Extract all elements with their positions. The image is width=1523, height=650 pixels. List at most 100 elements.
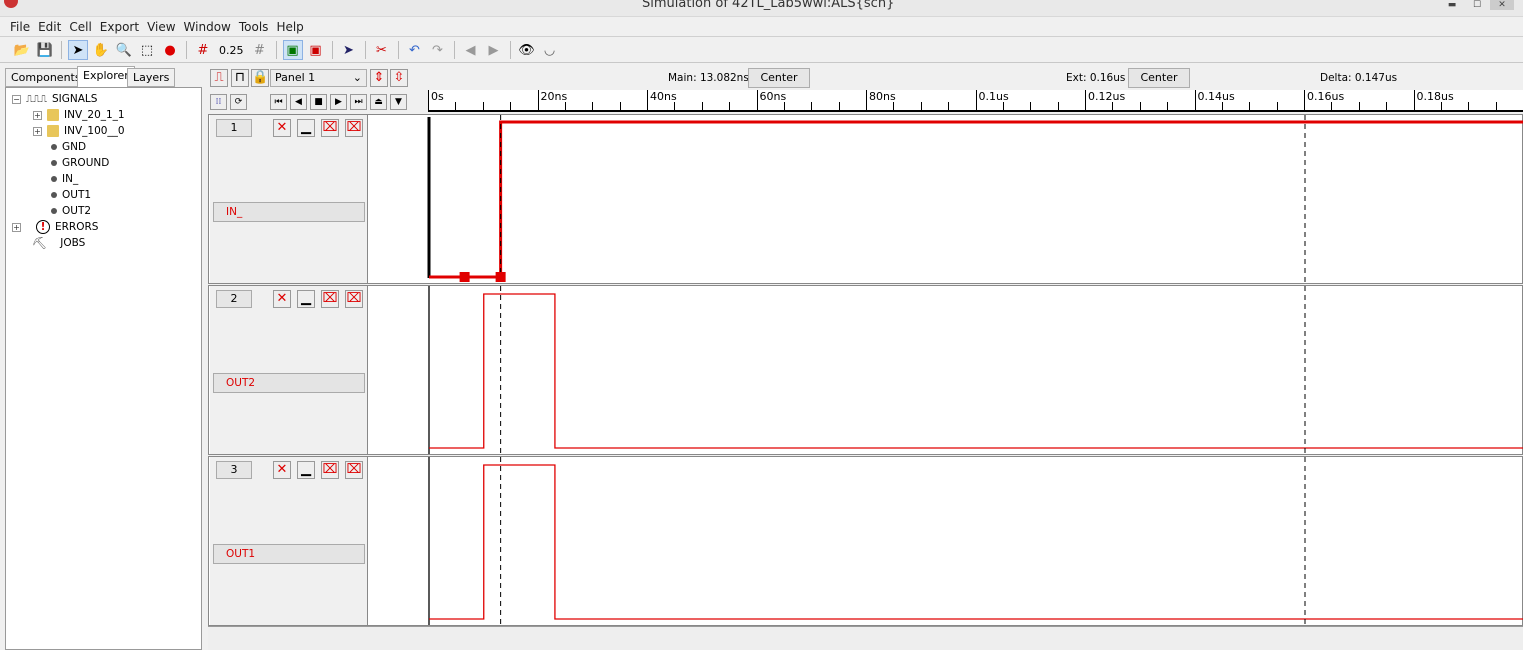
panel-number[interactable]: 1 xyxy=(216,119,252,137)
tree-signals[interactable]: − ⎍⎍⎍ SIGNALS xyxy=(12,93,97,105)
remove-all-signals-icon[interactable]: ⌧ xyxy=(345,119,363,137)
move-up-icon[interactable]: ⏏ xyxy=(370,94,387,110)
menu-tools[interactable]: Tools xyxy=(235,20,273,34)
grid-decrease-icon[interactable]: # xyxy=(250,40,270,60)
select-arrow-icon[interactable]: ➤ xyxy=(68,40,88,60)
ruler-tick xyxy=(1386,102,1388,110)
expand-icon[interactable]: + xyxy=(33,126,42,136)
refresh-icon[interactable]: ⟳ xyxy=(230,94,247,110)
tree-jobs[interactable]: ⛏ JOBS xyxy=(32,236,85,250)
full-select-icon[interactable]: ▣ xyxy=(282,40,303,60)
expand-vertical-icon[interactable]: ⇕ xyxy=(370,69,388,87)
close-panel-icon[interactable]: ✕ xyxy=(273,290,291,308)
redo-icon[interactable]: ↷ xyxy=(428,40,448,60)
measure-icon[interactable]: ● xyxy=(160,40,180,60)
shrink-vertical-icon[interactable]: ⇳ xyxy=(390,69,408,87)
signal-panel-3[interactable]: 3 ✕ ▁ ⌧ ⌧ OUT1 xyxy=(208,456,1523,626)
select-all-icon[interactable]: ⁞⁞ xyxy=(210,94,227,110)
close-panel-icon[interactable]: ✕ xyxy=(273,119,291,137)
waveform-plot[interactable] xyxy=(369,115,1523,283)
lock-icon[interactable]: 🔒 xyxy=(251,69,269,87)
menu-view[interactable]: View xyxy=(143,20,179,34)
maximize-button[interactable]: ☐ xyxy=(1465,0,1489,10)
menu-help[interactable]: Help xyxy=(272,20,307,34)
tree-item[interactable]: GROUND xyxy=(51,157,109,169)
selection-handle[interactable] xyxy=(495,272,506,282)
tree-item[interactable]: IN_ xyxy=(51,173,78,185)
panel-select[interactable]: Panel 1 ⌄ xyxy=(270,69,367,87)
add-panel-icon[interactable]: ⎍ xyxy=(210,69,228,87)
grid-icon[interactable]: # xyxy=(193,40,213,60)
tree-item[interactable]: + INV_100__0 xyxy=(33,125,125,137)
menu-cell[interactable]: Cell xyxy=(65,20,95,34)
collapse-icon[interactable]: − xyxy=(12,94,21,104)
forward-icon[interactable]: ▶ xyxy=(484,40,504,60)
tab-layers[interactable]: Layers xyxy=(127,68,176,87)
undo-icon[interactable]: ↶ xyxy=(405,40,425,60)
tree-errors[interactable]: +! ERRORS xyxy=(12,220,98,234)
waveform-plot[interactable] xyxy=(369,457,1523,625)
pan-hand-icon[interactable]: ✋ xyxy=(91,40,111,60)
remove-signal-icon[interactable]: ⌧ xyxy=(321,290,339,308)
back-icon[interactable]: ◀ xyxy=(461,40,481,60)
signal-trace[interactable] xyxy=(429,293,1523,449)
tree-item[interactable]: GND xyxy=(51,141,86,153)
signal-trace[interactable] xyxy=(429,464,1523,620)
outline-edit-icon[interactable]: ⬚ xyxy=(137,40,157,60)
close-button[interactable]: ✕ xyxy=(1490,0,1514,10)
horizontal-scrollbar[interactable] xyxy=(208,626,1523,650)
tree-item[interactable]: + INV_20_1_1 xyxy=(33,109,125,121)
remove-all-signals-icon[interactable]: ⌧ xyxy=(345,461,363,479)
go-end-icon[interactable]: ⏭ xyxy=(350,94,367,110)
hide-panel-icon[interactable]: ▁ xyxy=(297,461,315,479)
signal-name-button[interactable]: OUT1 xyxy=(213,544,365,564)
remove-signal-icon[interactable]: ⌧ xyxy=(321,461,339,479)
remove-signal-icon[interactable]: ⌧ xyxy=(321,119,339,137)
signal-trace[interactable] xyxy=(429,120,1523,279)
time-ruler[interactable]: 0s 20ns 40ns 60ns 80ns 0.1us 0.12us 0.14us 0.16u… xyxy=(428,90,1523,112)
open-icon[interactable]: 📂 xyxy=(12,40,32,60)
menu-export[interactable]: Export xyxy=(96,20,143,34)
panel-number[interactable]: 3 xyxy=(216,461,252,479)
signal-name-button[interactable]: OUT2 xyxy=(213,373,365,393)
move-down-icon[interactable]: ▼ xyxy=(390,94,407,110)
remove-all-signals-icon[interactable]: ⌧ xyxy=(345,290,363,308)
main-center-button[interactable]: Center xyxy=(748,68,810,88)
menu-edit[interactable]: Edit xyxy=(34,20,65,34)
menu-file[interactable]: File xyxy=(6,20,34,34)
pulse-icon[interactable]: ⊓ xyxy=(231,69,249,87)
tab-components[interactable]: Components xyxy=(5,68,87,87)
signal-panel-1[interactable]: 1 ✕ ▁ ⌧ ⌧ IN_ xyxy=(208,114,1523,284)
eye-open-icon[interactable]: 👁 xyxy=(517,40,537,60)
selection-handle[interactable] xyxy=(459,272,470,282)
ruler-tick xyxy=(1495,102,1497,110)
menu-window[interactable]: Window xyxy=(180,20,235,34)
step-back-icon[interactable]: ◀ xyxy=(290,94,307,110)
go-start-icon[interactable]: ⏮ xyxy=(270,94,287,110)
close-panel-icon[interactable]: ✕ xyxy=(273,461,291,479)
minimize-button[interactable]: ▬ xyxy=(1440,0,1464,10)
eye-closed-icon[interactable]: ◡ xyxy=(540,40,560,60)
tools-icon[interactable]: ✂ xyxy=(372,40,392,60)
save-icon[interactable]: 💾 xyxy=(35,40,55,60)
panel-number[interactable]: 2 xyxy=(216,290,252,308)
signal-name-button[interactable]: IN_ xyxy=(213,202,365,222)
zoom-icon[interactable]: 🔍 xyxy=(114,40,134,60)
ext-center-button[interactable]: Center xyxy=(1128,68,1190,88)
hide-panel-icon[interactable]: ▁ xyxy=(297,119,315,137)
ruler-tick xyxy=(510,102,512,110)
expand-icon[interactable]: + xyxy=(12,222,21,232)
ruler-tick xyxy=(948,102,950,110)
title-bar: Simulation of 42TL_Lab5wwl:ALS{sch} ▬ ☐ … xyxy=(0,0,1523,17)
tree-item[interactable]: OUT1 xyxy=(51,189,91,201)
expand-icon[interactable]: + xyxy=(33,110,42,120)
signal-panel-2[interactable]: 2 ✕ ▁ ⌧ ⌧ OUT2 xyxy=(208,285,1523,455)
delta-readout: Delta: 0.147us xyxy=(1320,72,1398,84)
stop-icon[interactable]: ■ xyxy=(310,94,327,110)
step-forward-icon[interactable]: ▶ xyxy=(330,94,347,110)
special-select-icon[interactable]: ➤ xyxy=(339,40,359,60)
partial-select-icon[interactable]: ▣ xyxy=(306,40,326,60)
tree-item[interactable]: OUT2 xyxy=(51,205,91,217)
waveform-plot[interactable] xyxy=(369,286,1523,454)
hide-panel-icon[interactable]: ▁ xyxy=(297,290,315,308)
